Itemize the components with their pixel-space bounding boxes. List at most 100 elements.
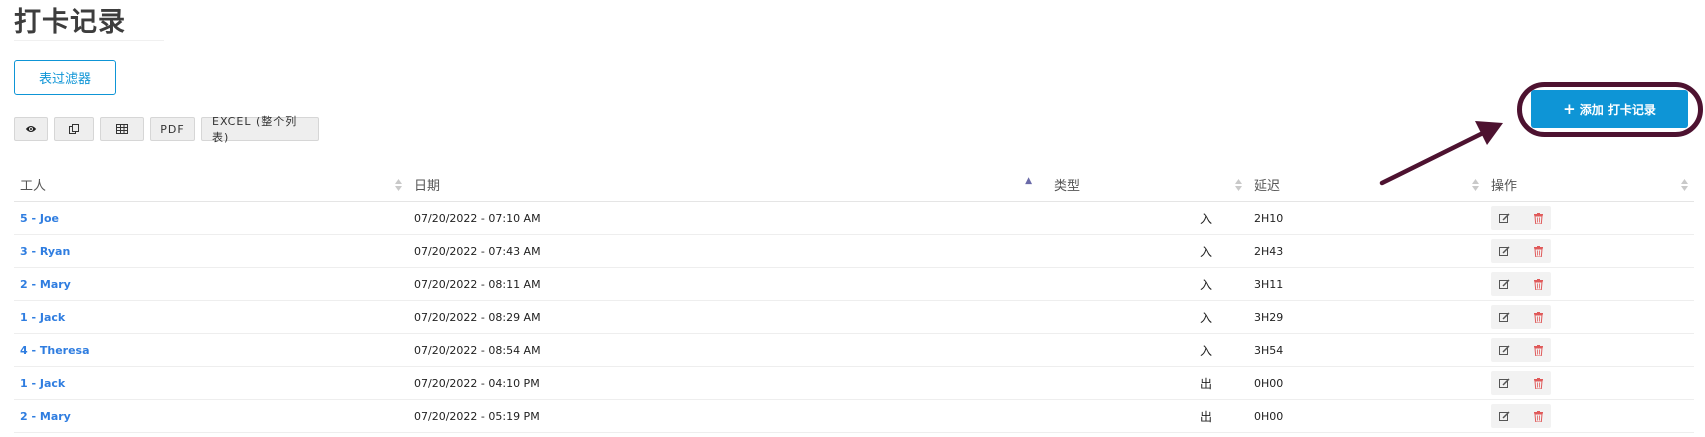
type-value: 入 xyxy=(1200,343,1213,358)
edit-icon xyxy=(1498,377,1510,388)
worker-link[interactable]: 1 - Jack xyxy=(20,311,65,324)
worker-cell: 1 - Jack xyxy=(14,366,408,400)
sort-icon xyxy=(395,179,402,191)
edit-button[interactable] xyxy=(1497,310,1511,324)
edit-button[interactable] xyxy=(1497,343,1511,357)
column-header-label: 延迟 xyxy=(1254,178,1281,194)
eye-icon xyxy=(25,126,37,132)
delay-cell: 3H11 xyxy=(1248,267,1485,301)
row-actions xyxy=(1491,239,1551,263)
column-header-worker[interactable]: 工人 xyxy=(14,167,408,202)
delete-button[interactable] xyxy=(1531,409,1545,423)
trash-icon xyxy=(1533,377,1543,389)
pdf-button[interactable]: PDF xyxy=(150,117,195,141)
worker-link[interactable]: 2 - Mary xyxy=(20,278,71,291)
date-cell: 07/20/2022 - 05:19 PM xyxy=(408,399,1048,433)
type-cell: 入 xyxy=(1048,300,1248,334)
type-cell: 出 xyxy=(1048,399,1248,433)
row-actions xyxy=(1491,371,1551,395)
title-divider xyxy=(14,40,164,41)
plus-icon: + xyxy=(1563,99,1576,118)
table-filter-button[interactable]: 表过滤器 xyxy=(14,60,116,95)
edit-icon xyxy=(1498,311,1510,322)
delete-button[interactable] xyxy=(1531,376,1545,390)
sort-ascending-icon: ▲ xyxy=(1025,176,1032,186)
csv-button[interactable] xyxy=(100,117,144,141)
page-title: 打卡记录 xyxy=(14,7,126,38)
delete-button[interactable] xyxy=(1531,310,1545,324)
table-row: 1 - Jack 07/20/2022 - 04:10 PM 出 0H00 xyxy=(14,366,1694,400)
type-value: 出 xyxy=(1200,376,1213,391)
worker-link[interactable]: 2 - Mary xyxy=(20,410,71,423)
worker-link[interactable]: 1 - Jack xyxy=(20,377,65,390)
worker-cell: 5 - Joe xyxy=(14,201,408,235)
delay-cell: 0H00 xyxy=(1248,399,1485,433)
row-actions xyxy=(1491,206,1551,230)
date-cell: 07/20/2022 - 08:54 AM xyxy=(408,333,1048,367)
table-body: 5 - Joe 07/20/2022 - 07:10 AM 入 2H10 3 -… xyxy=(14,201,1694,433)
worker-cell: 3 - Ryan xyxy=(14,234,408,268)
delete-button[interactable] xyxy=(1531,244,1545,258)
table-icon xyxy=(116,124,128,134)
worker-cell: 4 - Theresa xyxy=(14,333,408,367)
clock-records-table: 工人 日期 ▲ 类型 延迟 操作 5 - Joe 07/20/2022 - 07… xyxy=(14,167,1694,433)
actions-cell xyxy=(1485,333,1694,367)
type-cell: 出 xyxy=(1048,366,1248,400)
delete-button[interactable] xyxy=(1531,277,1545,291)
worker-link[interactable]: 3 - Ryan xyxy=(20,245,70,258)
actions-cell xyxy=(1485,300,1694,334)
actions-cell xyxy=(1485,399,1694,433)
actions-cell xyxy=(1485,267,1694,301)
column-header-delay[interactable]: 延迟 xyxy=(1248,167,1485,202)
trash-icon xyxy=(1533,278,1543,290)
table-row: 3 - Ryan 07/20/2022 - 07:43 AM 入 2H43 xyxy=(14,234,1694,268)
trash-icon xyxy=(1533,311,1543,323)
date-cell: 07/20/2022 - 07:10 AM xyxy=(408,201,1048,235)
edit-button[interactable] xyxy=(1497,244,1511,258)
worker-cell: 1 - Jack xyxy=(14,300,408,334)
actions-cell xyxy=(1485,201,1694,235)
row-actions xyxy=(1491,338,1551,362)
type-cell: 入 xyxy=(1048,333,1248,367)
edit-button[interactable] xyxy=(1497,376,1511,390)
trash-icon xyxy=(1533,410,1543,422)
delay-cell: 2H43 xyxy=(1248,234,1485,268)
delay-cell: 3H29 xyxy=(1248,300,1485,334)
delete-button[interactable] xyxy=(1531,211,1545,225)
type-cell: 入 xyxy=(1048,267,1248,301)
worker-link[interactable]: 5 - Joe xyxy=(20,212,59,225)
column-header-label: 操作 xyxy=(1491,178,1518,194)
trash-icon xyxy=(1533,245,1543,257)
table-row: 1 - Jack 07/20/2022 - 08:29 AM 入 3H29 xyxy=(14,300,1694,334)
worker-cell: 2 - Mary xyxy=(14,399,408,433)
trash-icon xyxy=(1533,212,1543,224)
edit-icon xyxy=(1498,212,1510,223)
column-header-label: 日期 xyxy=(414,178,441,194)
edit-button[interactable] xyxy=(1497,409,1511,423)
sort-icon xyxy=(1235,179,1242,191)
worker-cell: 2 - Mary xyxy=(14,267,408,301)
edit-icon xyxy=(1498,344,1510,355)
copy-button[interactable] xyxy=(54,117,94,141)
trash-icon xyxy=(1533,344,1543,356)
copy-icon xyxy=(68,123,79,134)
column-header-type[interactable]: 类型 xyxy=(1048,167,1248,202)
excel-button[interactable]: EXCEL (整个列表) xyxy=(201,115,319,144)
date-cell: 07/20/2022 - 08:11 AM xyxy=(408,267,1048,301)
column-visibility-button[interactable] xyxy=(14,117,48,141)
column-header-actions[interactable]: 操作 xyxy=(1485,167,1694,202)
edit-button[interactable] xyxy=(1497,277,1511,291)
edit-icon xyxy=(1498,278,1510,289)
edit-icon xyxy=(1498,410,1510,421)
add-clock-record-button[interactable]: + 添加 打卡记录 xyxy=(1531,90,1688,128)
edit-button[interactable] xyxy=(1497,211,1511,225)
type-value: 入 xyxy=(1200,310,1213,325)
delay-cell: 0H00 xyxy=(1248,366,1485,400)
column-header-label: 类型 xyxy=(1054,178,1081,194)
worker-link[interactable]: 4 - Theresa xyxy=(20,344,90,357)
table-header-row: 工人 日期 ▲ 类型 延迟 操作 xyxy=(14,167,1694,202)
column-header-date[interactable]: 日期 ▲ xyxy=(408,167,1048,202)
table-row: 4 - Theresa 07/20/2022 - 08:54 AM 入 3H54 xyxy=(14,333,1694,367)
delete-button[interactable] xyxy=(1531,343,1545,357)
actions-cell xyxy=(1485,234,1694,268)
